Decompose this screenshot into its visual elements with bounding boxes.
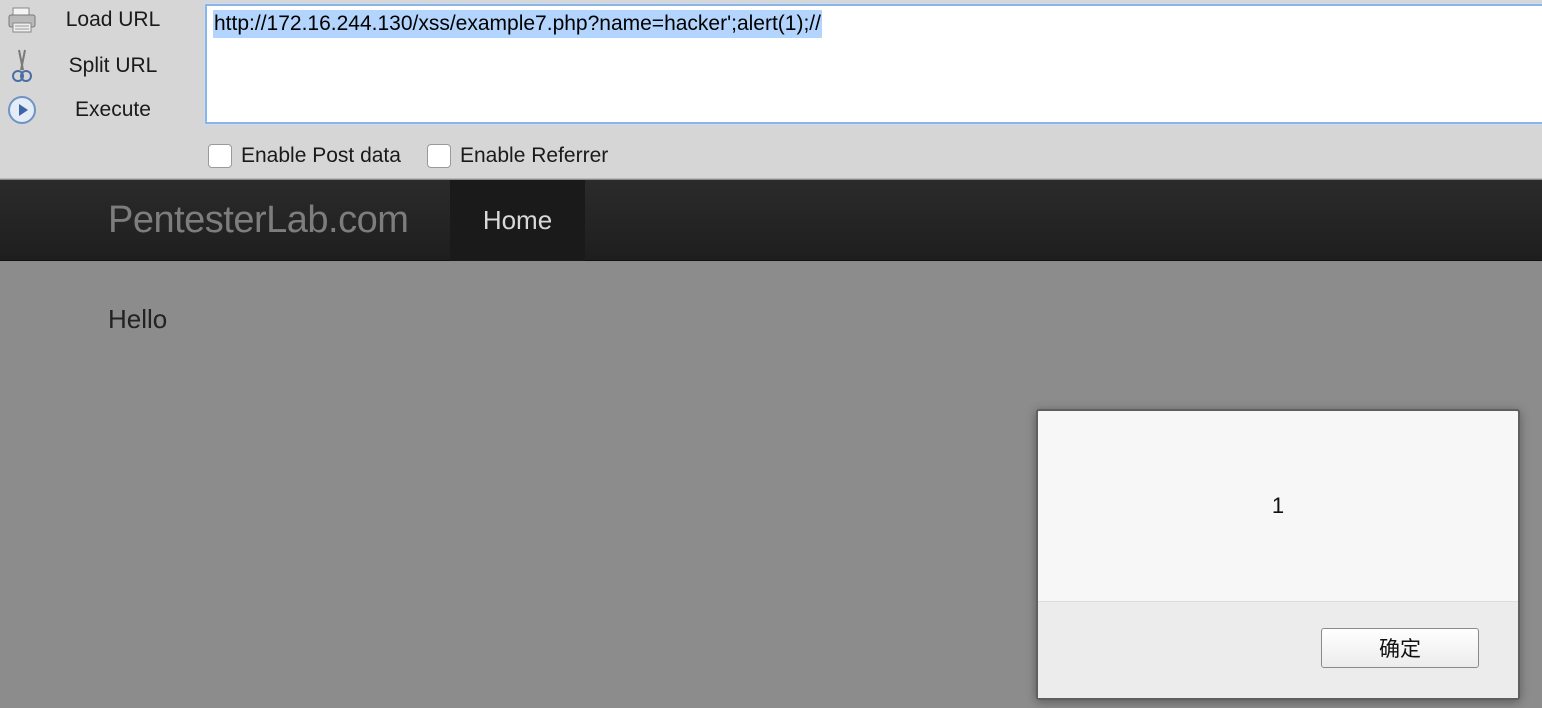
alert-footer: 确定: [1038, 601, 1518, 698]
load-url-label: Load URL: [65, 8, 161, 31]
url-input[interactable]: [205, 4, 1542, 124]
brand-logo[interactable]: PentesterLab.com: [108, 180, 409, 261]
enable-referrer-checkbox[interactable]: Enable Referrer: [427, 142, 608, 170]
hackbar-toolbar: Load URL Split URL Execute http://172.16…: [0, 0, 1542, 179]
enable-post-data-checkbox[interactable]: Enable Post data: [208, 142, 401, 170]
checkbox-box[interactable]: [208, 144, 232, 168]
scissors-icon: [6, 49, 38, 82]
alert-message: 1: [1271, 493, 1285, 518]
enable-referrer-label: Enable Referrer: [460, 144, 609, 167]
split-url-button[interactable]: Split URL: [0, 46, 200, 86]
alert-dialog: 1 确定: [1036, 409, 1520, 700]
checkbox-box[interactable]: [427, 144, 451, 168]
load-url-button[interactable]: Load URL: [0, 0, 200, 40]
execute-button[interactable]: Execute: [0, 90, 200, 130]
printer-icon: [6, 4, 38, 36]
site-navbar: PentesterLab.com Home: [0, 180, 1542, 261]
execute-label: Execute: [75, 98, 151, 121]
enable-post-data-label: Enable Post data: [241, 144, 401, 167]
split-url-label: Split URL: [68, 54, 158, 77]
nav-item-home[interactable]: Home: [450, 180, 585, 261]
play-icon: [6, 94, 38, 126]
greeting-text: Hello: [108, 304, 168, 334]
alert-ok-button[interactable]: 确定: [1321, 628, 1479, 668]
